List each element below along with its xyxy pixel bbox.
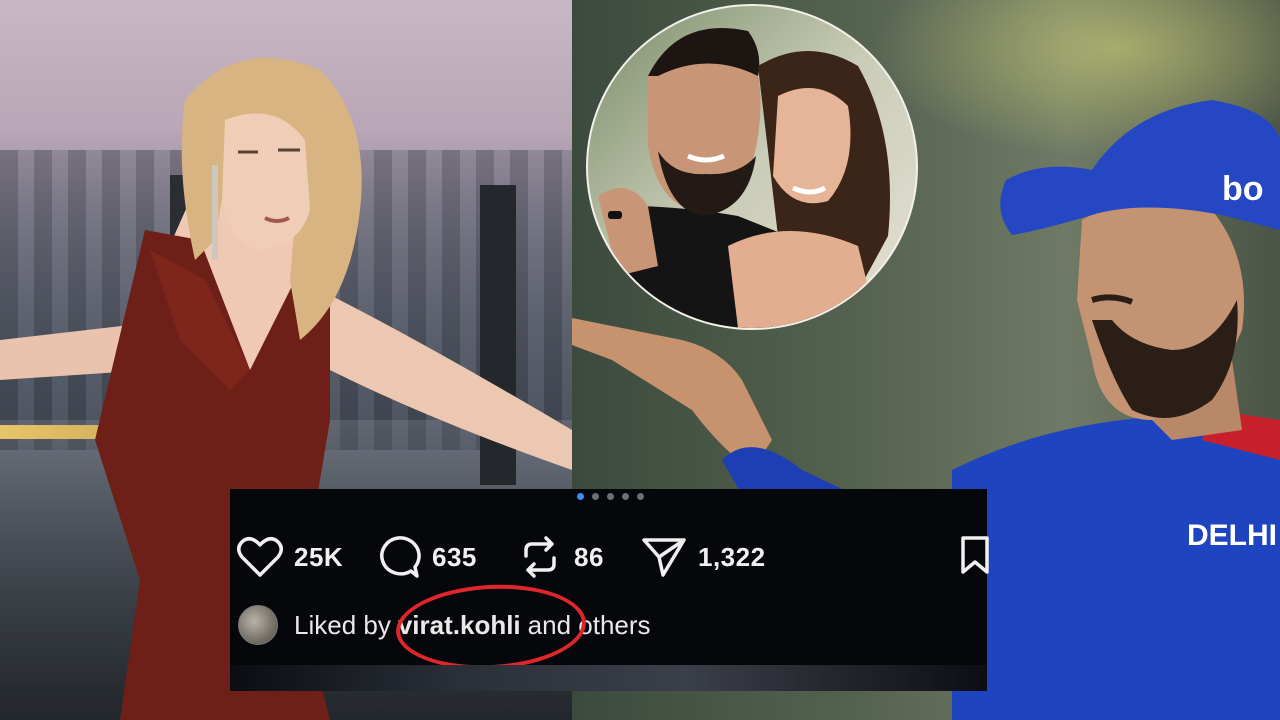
share-button[interactable]: 1,322 — [640, 533, 766, 581]
like-count: 25K — [294, 541, 344, 572]
cap-logo-text: bo — [1222, 170, 1264, 208]
carousel-dot-2[interactable] — [592, 493, 599, 500]
red-highlight-circle — [393, 580, 589, 674]
couple-photo-circle — [586, 4, 918, 330]
post-actions-bar: 25K 635 86 1,322 — [230, 525, 990, 585]
carousel-dot-3[interactable] — [607, 493, 614, 500]
comment-count: 635 — [432, 541, 477, 572]
carousel-dot-4[interactable] — [622, 493, 629, 500]
like-button[interactable]: 25K — [236, 533, 343, 581]
repost-count: 86 — [574, 541, 604, 572]
caption-strip — [230, 665, 987, 691]
social-post-screenshot: 25K 635 86 1,322 Liked by virat.kohli an… — [230, 489, 990, 691]
repost-button[interactable]: 86 — [516, 533, 604, 581]
liked-by-prefix: Liked by — [294, 609, 391, 640]
carousel-dots — [577, 493, 644, 500]
share-count: 1,322 — [698, 541, 766, 572]
carousel-dot-1[interactable] — [577, 493, 584, 500]
carousel-dot-5[interactable] — [637, 493, 644, 500]
repost-icon — [516, 533, 564, 581]
comment-bubble-icon — [374, 533, 422, 581]
bookmark-icon[interactable] — [960, 535, 990, 575]
jersey-text: DELHI — [1187, 519, 1277, 552]
avatar[interactable] — [238, 605, 278, 645]
send-icon — [640, 533, 688, 581]
heart-icon — [236, 533, 284, 581]
comment-button[interactable]: 635 — [374, 533, 477, 581]
couple-figures — [598, 28, 890, 328]
